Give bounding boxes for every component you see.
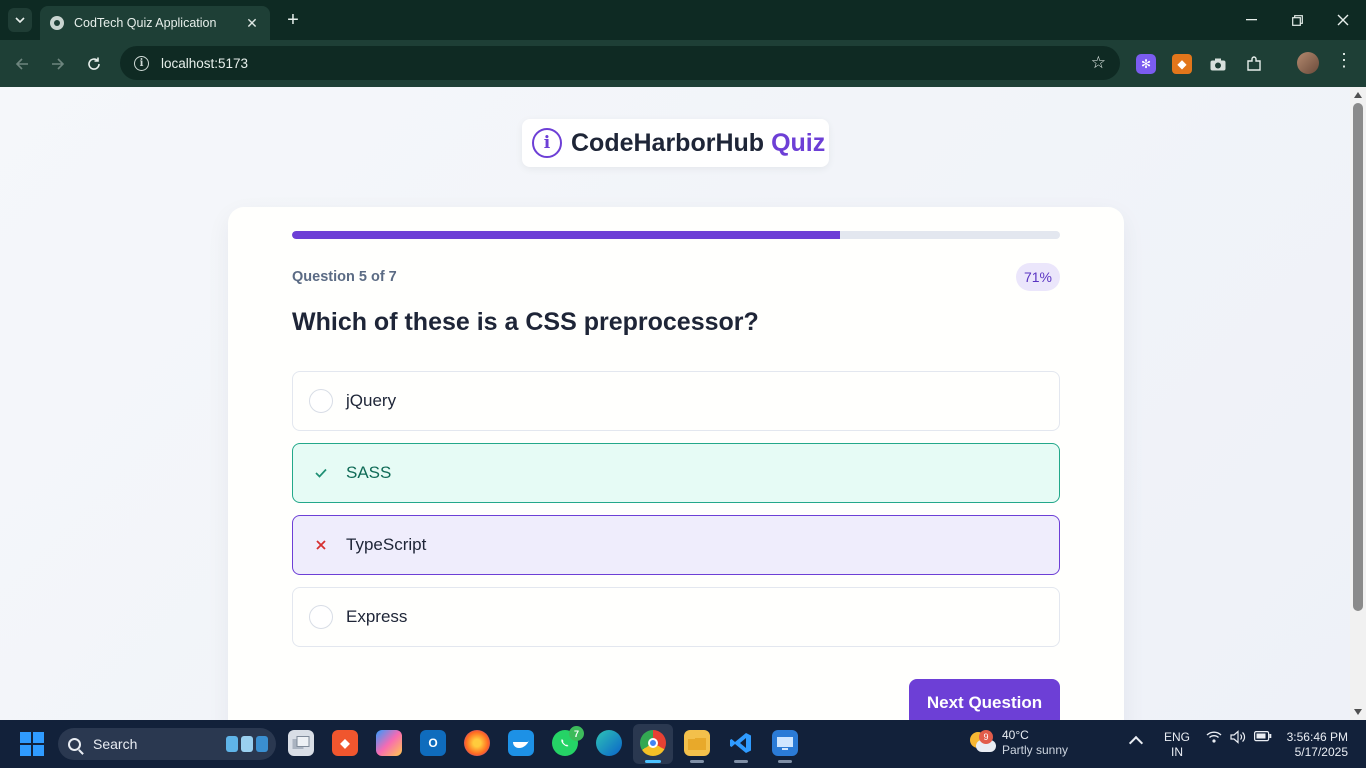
copilot-icon[interactable] (376, 730, 402, 756)
new-tab-button[interactable]: + (282, 9, 304, 31)
chrome-icon[interactable] (640, 730, 666, 756)
chrome-running-indicator (645, 760, 661, 763)
browser-menu-kebab-icon[interactable]: ⋮ (1334, 50, 1354, 71)
scroll-down-arrow-icon[interactable] (1354, 709, 1362, 715)
file-explorer-icon[interactable] (684, 730, 710, 756)
restore-icon[interactable] (1282, 8, 1312, 32)
browser-tab-active[interactable]: CodTech Quiz Application ✕ (40, 6, 270, 40)
wifi-icon[interactable] (1206, 730, 1222, 747)
search-highlight-art-icon (226, 734, 270, 754)
whatsapp-badge: 7 (569, 726, 584, 741)
quiz-card: Question 5 of 7 71% Which of these is a … (228, 207, 1124, 720)
brand-accent: Quiz (771, 128, 826, 157)
progress-bar-fill (292, 231, 841, 239)
weather-badge: 9 (979, 730, 993, 744)
answer-option-label: Express (346, 607, 408, 626)
browser-toolbar: i localhost:5173 ☆ ✻ ◆ (0, 40, 1366, 87)
clock-time: 3:56:46 PM (1286, 730, 1348, 744)
vscode-icon[interactable] (728, 730, 754, 756)
address-bar[interactable]: i localhost:5173 ☆ (120, 46, 1120, 80)
tab-favicon-icon (50, 16, 64, 30)
search-icon (68, 737, 81, 751)
extension-gear-icon[interactable]: ✻ (1136, 54, 1156, 74)
reload-icon[interactable] (82, 52, 106, 76)
docker-icon[interactable] (508, 730, 534, 756)
language-code: ENG (1164, 730, 1191, 744)
windows-start-icon[interactable] (20, 732, 44, 756)
checkmark-icon (309, 461, 333, 485)
answer-option-sass[interactable]: SASS (292, 443, 1060, 503)
explorer-running-indicator (690, 760, 704, 763)
profile-avatar[interactable] (1297, 52, 1319, 74)
system-clock[interactable]: 3:56:46 PM 5/17/2025 (1282, 730, 1348, 760)
tab-close-icon[interactable]: ✕ (244, 15, 260, 32)
whatsapp-icon[interactable]: 7 (552, 726, 584, 756)
extensions-puzzle-icon[interactable] (1244, 54, 1264, 74)
taskbar-search-box[interactable]: Search (58, 728, 276, 760)
tab-title: CodTech Quiz Application (74, 16, 217, 30)
firefox-icon[interactable] (464, 730, 490, 756)
battery-icon[interactable] (1254, 730, 1272, 745)
back-arrow-icon[interactable] (10, 52, 34, 76)
git-app-icon[interactable]: ◆ (332, 730, 358, 756)
answer-option-jquery[interactable]: jQuery (292, 371, 1060, 431)
radio-circle-icon (309, 605, 333, 629)
weather-temperature: 40°C (1002, 728, 1029, 742)
taskbar-search-label: Search (93, 736, 138, 752)
vscode-running-indicator (734, 760, 748, 763)
partly-sunny-icon: 9 (970, 730, 996, 754)
page-scrollbar[interactable] (1350, 87, 1366, 720)
input-language-indicator[interactable]: ENG IN (1164, 730, 1190, 760)
weather-description: Partly sunny (1002, 743, 1069, 757)
progress-bar (292, 231, 1060, 239)
next-question-button[interactable]: Next Question (909, 679, 1060, 720)
camera-icon[interactable] (1208, 54, 1228, 74)
brand-header: i CodeHarborHub Quiz (522, 119, 829, 167)
progress-percent-badge: 71% (1016, 263, 1060, 291)
answer-option-label: TypeScript (346, 535, 427, 554)
site-info-icon[interactable]: i (134, 55, 149, 71)
radio-circle-icon (309, 389, 333, 413)
answer-option-label: SASS (346, 463, 392, 482)
forward-arrow-icon[interactable] (46, 52, 70, 76)
question-text: Which of these is a CSS preprocessor? (292, 308, 759, 336)
browser-tab-bar: CodTech Quiz Application ✕ + (0, 0, 1366, 40)
page-viewport: i CodeHarborHub Quiz Question 5 of 7 71%… (0, 87, 1350, 720)
scroll-up-arrow-icon[interactable] (1354, 92, 1362, 98)
tray-overflow-chevron-icon[interactable] (1128, 735, 1144, 751)
url-text[interactable]: localhost:5173 (161, 56, 1091, 71)
answer-option-label: jQuery (346, 391, 397, 410)
windows-taskbar: Search ◆ O 7 9 40°C Partly sunny ENG IN … (0, 720, 1366, 768)
bookmark-star-icon[interactable]: ☆ (1091, 53, 1106, 73)
minimize-icon[interactable] (1236, 8, 1266, 32)
brand-name: CodeHarborHub (571, 128, 765, 157)
answer-option-express[interactable]: Express (292, 587, 1060, 647)
cross-icon (309, 533, 333, 557)
tab-search-chevron-icon[interactable] (8, 8, 32, 32)
volume-icon[interactable] (1230, 730, 1246, 747)
edge-icon[interactable] (596, 730, 622, 756)
weather-widget[interactable]: 9 40°C Partly sunny (970, 728, 1068, 758)
window-close-icon[interactable] (1328, 8, 1358, 32)
task-view-icon[interactable] (288, 730, 314, 756)
clock-date: 5/17/2025 (1294, 745, 1348, 759)
rdp-running-indicator (778, 760, 792, 763)
info-circle-icon: i (532, 128, 562, 158)
scrollbar-thumb[interactable] (1353, 103, 1363, 611)
region-code: IN (1171, 745, 1183, 759)
question-counter: Question 5 of 7 (292, 269, 397, 285)
remote-desktop-icon[interactable] (772, 730, 798, 756)
answer-option-typescript[interactable]: TypeScript (292, 515, 1060, 575)
outlook-icon[interactable]: O (420, 730, 446, 756)
metamask-fox-icon[interactable]: ◆ (1172, 54, 1192, 74)
